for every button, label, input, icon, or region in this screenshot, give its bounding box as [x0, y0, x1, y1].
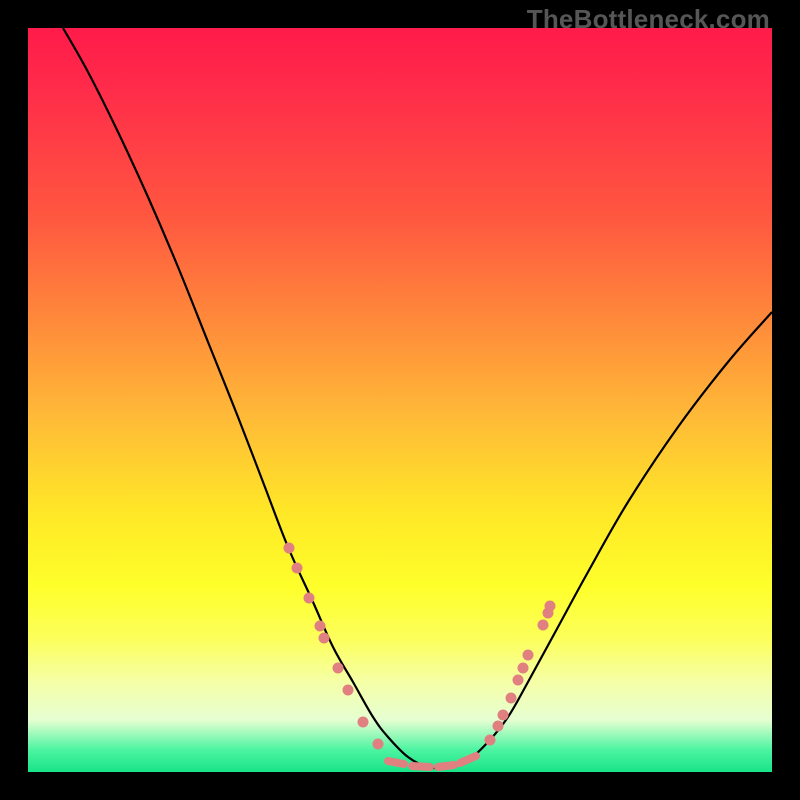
curve-marker-dot — [284, 543, 295, 554]
curve-marker-dot — [545, 601, 556, 612]
curve-marker-dot — [518, 663, 529, 674]
curve-marker-dash — [388, 761, 404, 764]
curve-marker-dot — [333, 663, 344, 674]
bottleneck-curve-line — [63, 28, 772, 768]
curve-marker-dot — [292, 563, 303, 574]
curve-marker-dot — [485, 735, 496, 746]
curve-marker-dot — [304, 593, 315, 604]
chart-frame — [28, 28, 772, 772]
curve-marker-dot — [498, 710, 509, 721]
curve-marker-dot — [538, 620, 549, 631]
curve-marker-dot — [343, 685, 354, 696]
curve-marker-dot — [358, 717, 369, 728]
curve-marker-dot — [506, 693, 517, 704]
curve-marker-dash — [412, 766, 430, 767]
bottleneck-chart — [28, 28, 772, 772]
curve-marker-dot — [513, 675, 524, 686]
curve-marker-dash — [438, 765, 454, 767]
curve-marker-dash — [460, 756, 476, 763]
curve-marker-dot — [523, 650, 534, 661]
curve-marker-dot — [493, 721, 504, 732]
curve-markers — [284, 543, 556, 768]
curve-marker-dot — [315, 621, 326, 632]
curve-marker-dot — [319, 633, 330, 644]
curve-marker-dot — [373, 739, 384, 750]
